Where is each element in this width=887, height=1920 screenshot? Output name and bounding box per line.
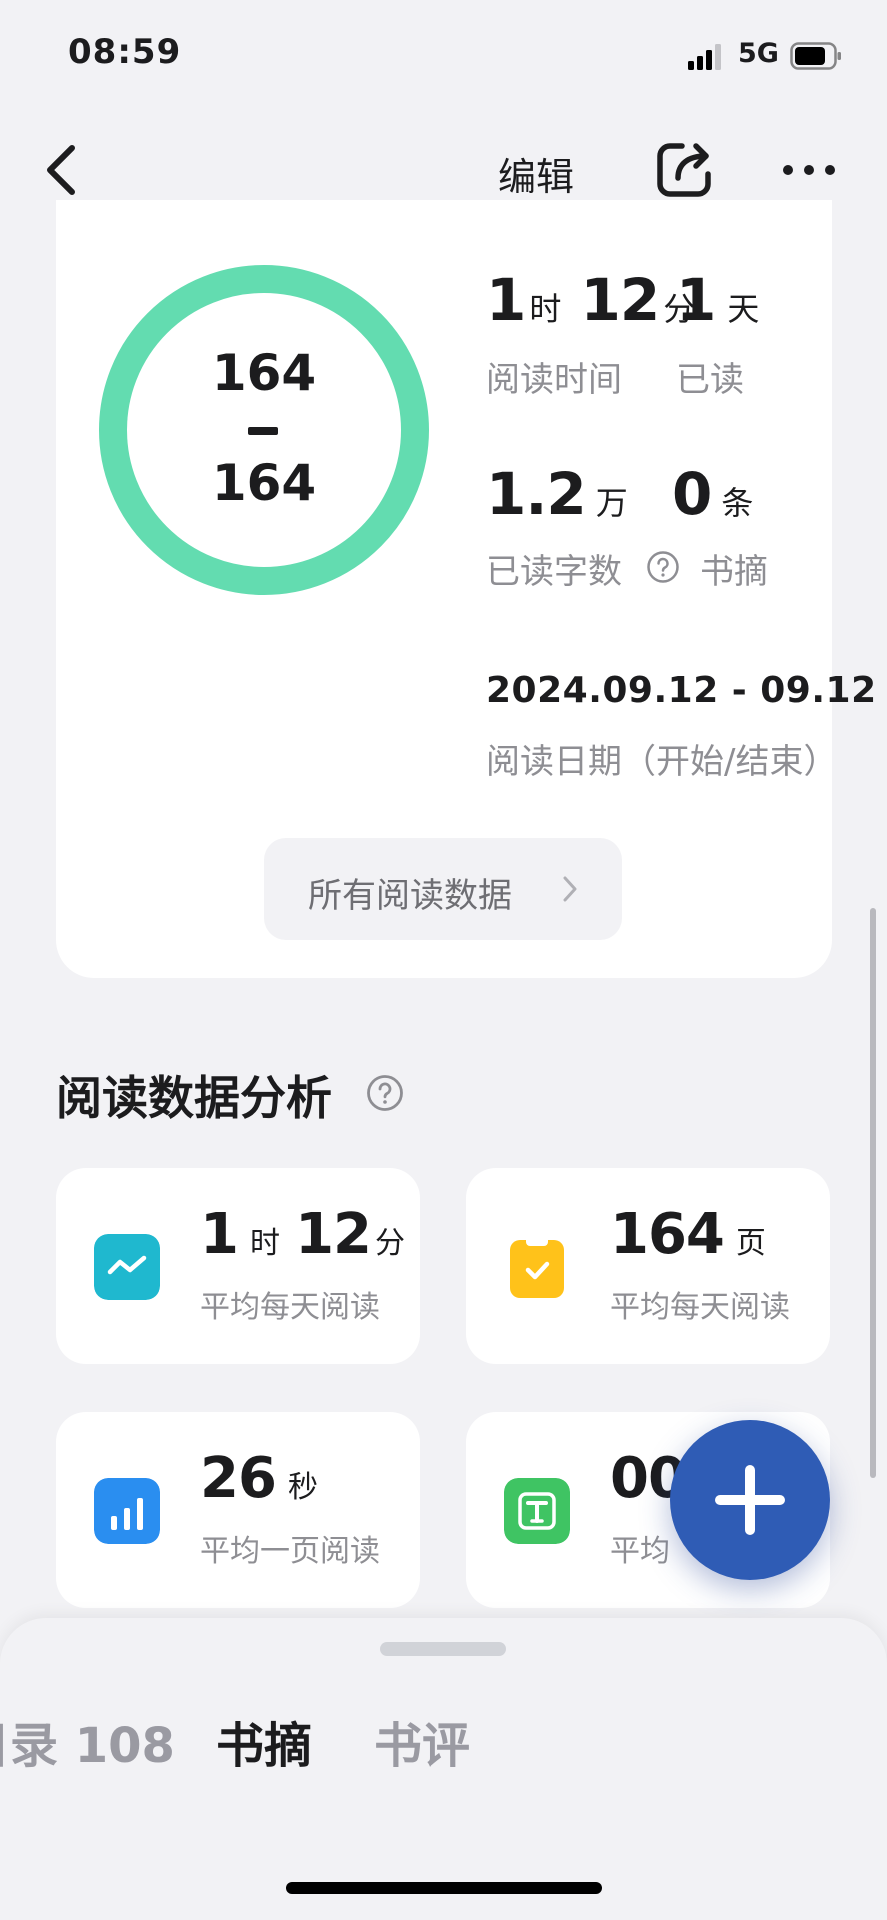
text-t-icon [504, 1478, 570, 1544]
all-reading-data-label: 所有阅读数据 [308, 876, 512, 916]
avg-daily-pages-label: 平均每天阅读 [610, 1290, 790, 1325]
days-unit: 天 [727, 290, 760, 328]
avg-words-label: 平均 [610, 1534, 670, 1569]
tab-reviews[interactable]: 书评 [374, 1706, 470, 1776]
avg-daily-time-label: 平均每天阅读 [200, 1290, 380, 1325]
sheet-drag-handle[interactable] [380, 1642, 506, 1656]
avg-daily-pages-card[interactable]: 164 页 平均每天阅读 [466, 1168, 830, 1364]
notes-unit: 条 [721, 484, 754, 522]
avg-minutes: 12 [295, 1202, 372, 1267]
avg-page-time-value: 26 秒 [200, 1446, 318, 1511]
reading-date-range: 2024.09.12 - 09.12 [486, 670, 877, 711]
network-type: 5G [738, 38, 779, 69]
avg-page-time-label: 平均一页阅读 [200, 1534, 380, 1569]
plus-icon [715, 1465, 785, 1535]
avg-hours: 1 [200, 1202, 239, 1267]
avg-daily-pages-value: 164 页 [610, 1202, 766, 1267]
tab-catalog[interactable]: 目录 108 [0, 1706, 175, 1776]
avg-pages-number: 164 [610, 1202, 725, 1267]
words-unit: 万 [595, 484, 628, 522]
status-time: 08:59 [68, 32, 182, 72]
days-read-number: 1 [676, 266, 716, 334]
pages-unit: 页 [735, 1226, 766, 1261]
vertical-scrollbar[interactable] [870, 908, 876, 1478]
bottom-sheet: 目录 108 书摘 书评 [0, 1618, 887, 1920]
avg-daily-time-card[interactable]: 1时 12 分 平均每天阅读 [56, 1168, 420, 1364]
reading-hours: 1 [486, 266, 526, 334]
battery-icon [790, 42, 841, 70]
avg-page-time-card[interactable]: 26 秒 平均一页阅读 [56, 1412, 420, 1608]
hours-unit: 时 [249, 1226, 280, 1261]
hours-unit: 时 [529, 290, 562, 328]
reading-time-value: 1时 12 分 [486, 266, 695, 334]
reading-date-label: 阅读日期（开始/结束） [486, 742, 838, 782]
avg-seconds: 26 [200, 1446, 277, 1511]
days-read-value: 1天 [676, 266, 759, 334]
home-indicator [286, 1882, 602, 1894]
analysis-section-title: 阅读数据分析 [56, 1071, 332, 1125]
days-read-label: 已读 [676, 360, 744, 400]
notes-number: 0 [672, 460, 712, 528]
reading-time-label: 阅读时间 [486, 360, 622, 400]
clipboard-check-icon [510, 1236, 564, 1298]
reading-minutes: 12 [580, 266, 660, 334]
tab-notes[interactable]: 书摘 [216, 1706, 312, 1776]
ring-separator [248, 427, 278, 435]
trend-line-icon [94, 1234, 160, 1300]
back-icon[interactable] [34, 138, 94, 202]
avg-daily-time-value: 1时 12 分 [200, 1202, 405, 1267]
words-read-label: 已读字数 [486, 552, 622, 592]
notes-count-value: 0条 [672, 460, 753, 528]
edit-button[interactable]: 编辑 [498, 146, 574, 201]
status-bar: 08:59 5G [0, 0, 887, 110]
minutes-unit: 分 [375, 1226, 405, 1261]
all-reading-data-button[interactable]: 所有阅读数据 [264, 838, 622, 940]
notes-label: 书摘 [700, 552, 768, 592]
ring-start-page: 164 [211, 344, 317, 402]
help-icon[interactable] [366, 1074, 404, 1112]
bar-chart-icon [94, 1478, 160, 1544]
words-read-value: 1.2 万 [486, 460, 628, 528]
words-read-number: 1.2 [486, 460, 587, 528]
signal-icon [688, 44, 721, 70]
page-progress-ring: 164 164 [96, 262, 432, 598]
ring-end-page: 164 [211, 454, 317, 512]
add-floating-button[interactable] [670, 1420, 830, 1580]
more-options-icon[interactable] [778, 144, 840, 196]
help-icon[interactable] [646, 550, 680, 584]
share-icon[interactable] [648, 134, 720, 206]
chevron-right-icon [563, 876, 577, 902]
seconds-unit: 秒 [287, 1470, 318, 1505]
